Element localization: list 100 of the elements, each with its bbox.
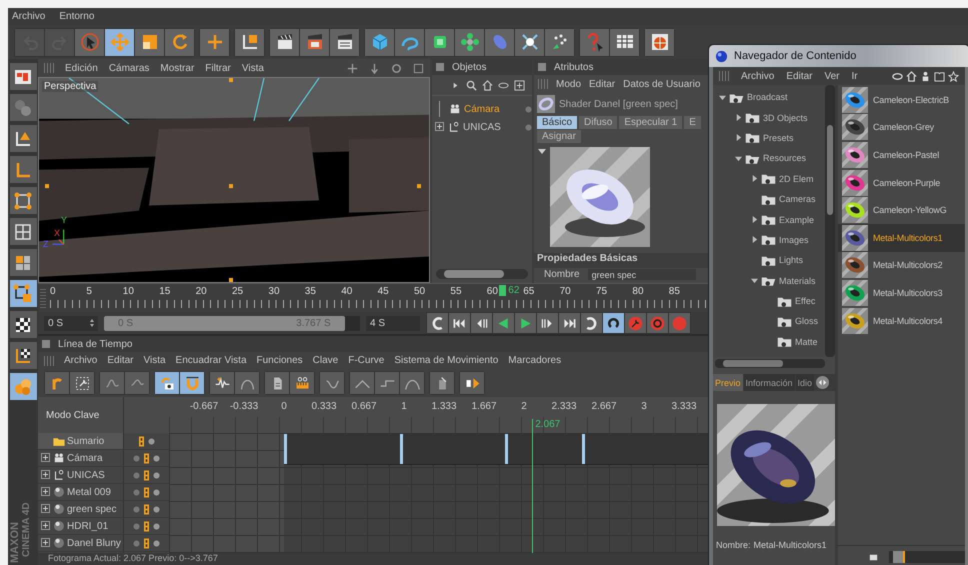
menu-item[interactable]: Entorno — [59, 11, 94, 22]
material-item[interactable]: Metal-Multicolors4 — [838, 306, 965, 334]
material-item[interactable]: Cameleon-Grey — [838, 114, 965, 142]
current-frame-marker[interactable]: 62 — [499, 285, 520, 296]
start-field[interactable]: 0 S — [44, 316, 98, 330]
track-row[interactable]: Danel Bluny — [38, 535, 123, 552]
status-text: Fotograma Actual: 2.067 Previo: 0-->3.767 — [48, 553, 218, 563]
menu-item[interactable]: Vista — [242, 62, 264, 74]
material-item[interactable]: Cameleon-YellowG — [838, 196, 965, 224]
folder-item[interactable]: Cameras — [779, 194, 816, 204]
time-label: 0.333 — [310, 401, 338, 412]
tab[interactable]: Asignar — [537, 130, 581, 143]
frame-label: 20 — [196, 286, 207, 297]
material-item[interactable]: Cameleon-ElectricB — [838, 86, 965, 114]
time-label: 2 — [520, 401, 528, 412]
track-row[interactable]: Metal 009 — [38, 484, 123, 501]
folder-item[interactable]: Effec — [795, 296, 816, 306]
time-label: -0.333 — [228, 401, 260, 412]
frame-label: 35 — [304, 286, 316, 297]
menu-item[interactable]: Encuadrar Vista — [176, 355, 247, 366]
time-label: 0.667 — [350, 401, 378, 412]
menu-item[interactable]: Ver — [824, 70, 840, 82]
tab[interactable]: Difuso — [579, 116, 618, 129]
frame-label: 10 — [122, 286, 134, 297]
tab[interactable]: Información — [744, 374, 795, 391]
material-item[interactable]: Metal-Multicolors3 — [838, 279, 965, 307]
frame-label: 55 — [450, 286, 462, 297]
name-value: Metal-Multicolors1 — [754, 540, 827, 550]
time-label: -0.667 — [188, 401, 220, 412]
time-label: 1.333 — [430, 401, 458, 412]
panel-title: Objetos — [452, 62, 486, 72]
tab[interactable]: E — [684, 116, 701, 129]
menu-item[interactable]: Mostrar — [160, 62, 194, 74]
frame-label: 85 — [668, 286, 680, 297]
window-title: Navegador de Contenido — [734, 50, 856, 62]
menu-item[interactable]: Funciones — [256, 355, 303, 366]
menu-item[interactable]: Marcadores — [508, 355, 562, 366]
playhead-label: 2.067 — [535, 419, 560, 430]
tab[interactable]: Previo — [713, 374, 743, 391]
track-name: green spec — [67, 504, 116, 514]
name-label: Nombre: — [716, 540, 751, 550]
menu-item[interactable]: Filtrar — [205, 62, 231, 74]
frame-label: 50 — [414, 286, 426, 297]
folder-item[interactable]: Gloss — [795, 316, 818, 326]
folder-item[interactable]: 2D Elem — [779, 174, 814, 184]
frame-label: 60 — [486, 286, 498, 297]
menu-item[interactable]: Editar — [589, 78, 616, 90]
menu-item[interactable]: Edición — [65, 62, 98, 74]
name-field[interactable]: green spec — [588, 269, 696, 280]
track-row[interactable]: HDRI_01 — [38, 518, 123, 535]
menu-item[interactable]: Datos de Usuario — [623, 78, 700, 90]
menu-item[interactable]: Ir — [852, 70, 858, 82]
end-field[interactable]: 4 S — [366, 316, 420, 330]
menu-item[interactable]: Cámaras — [108, 62, 150, 74]
track-name: UNICAS — [67, 470, 105, 480]
tab[interactable]: Idio — [796, 374, 814, 391]
menu-item[interactable]: Editar — [786, 70, 812, 82]
time-label: 3.333 — [670, 401, 698, 412]
object-item[interactable]: Cámara — [464, 104, 523, 114]
folder-item[interactable]: Example — [779, 214, 814, 225]
tab[interactable]: Especular 1 — [619, 116, 682, 129]
material-item[interactable]: Metal-Multicolors1 — [838, 224, 965, 252]
tab[interactable]: Básico — [537, 116, 578, 129]
folder-item[interactable]: Resources — [763, 153, 806, 164]
track-row[interactable]: Cámara — [38, 450, 123, 467]
mode-label: Modo Clave — [46, 410, 100, 420]
folder-item[interactable]: 3D Objects — [763, 112, 808, 123]
frame-label: 65 — [523, 286, 534, 297]
material-item[interactable]: Cameleon-Purple — [838, 168, 965, 196]
folder-item[interactable]: Images — [779, 234, 809, 245]
axis-label: X — [54, 229, 60, 238]
time-label: 1.667 — [470, 401, 498, 412]
material-item[interactable]: Cameleon-Pastel — [838, 141, 965, 169]
time-label: 2.667 — [590, 401, 618, 412]
folder-item[interactable]: Presets — [763, 132, 794, 143]
track-name: HDRI_01 — [67, 520, 108, 532]
menu-item[interactable]: Archivo — [12, 11, 46, 22]
menu-item[interactable]: Editar — [107, 355, 134, 366]
track-row[interactable]: green spec — [38, 501, 123, 518]
frame-label: 70 — [560, 286, 571, 297]
menu-item[interactable]: Archivo — [64, 355, 98, 366]
time-label: 2.333 — [550, 401, 578, 412]
object-item[interactable]: UNICAS — [463, 122, 523, 132]
menu-item[interactable]: F-Curve — [348, 355, 384, 366]
time-label: 0 — [280, 401, 288, 412]
menu-item[interactable]: Vista — [143, 355, 166, 366]
field-label: Nombre — [544, 269, 580, 280]
menu-item[interactable]: Modo — [556, 78, 582, 90]
folder-item[interactable]: Lights — [779, 255, 804, 266]
frame-label: 25 — [232, 286, 244, 297]
menu-item[interactable]: Clave — [312, 355, 338, 366]
frame-label: 5 — [86, 286, 92, 297]
menu-item[interactable]: Sistema de Movimiento — [394, 355, 498, 366]
folder-item[interactable]: Materials — [779, 276, 816, 286]
folder-item[interactable]: Broadcast — [747, 92, 788, 102]
folder-item[interactable]: Matte — [795, 336, 818, 347]
camera-label: Perspectiva — [42, 81, 98, 92]
track-row[interactable]: Sumario — [38, 433, 123, 450]
menu-item[interactable]: Archivo — [741, 70, 774, 82]
frame-label: 75 — [596, 286, 608, 297]
